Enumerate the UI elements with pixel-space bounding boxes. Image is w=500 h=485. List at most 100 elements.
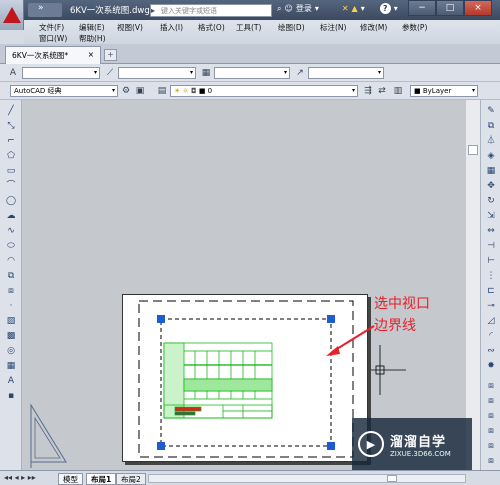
color-select[interactable]: ■ ByLayer ▾ — [410, 85, 478, 97]
dropdown-arrow-icon[interactable]: ▾ — [315, 4, 319, 13]
hscroll-thumb[interactable] — [387, 475, 397, 482]
explode-icon[interactable]: ✸ — [485, 360, 497, 372]
dropdown-arrow-icon[interactable]: ▾ — [394, 4, 398, 13]
close-button[interactable]: × — [464, 0, 492, 16]
draworder-back-icon[interactable]: ⧈ — [485, 395, 497, 407]
stretch-icon[interactable]: ⇔ — [485, 225, 497, 237]
menu-tools[interactable]: 工具(T) — [236, 22, 261, 33]
polyline-icon[interactable]: ⌐ — [5, 135, 17, 147]
tab-navigation-arrows-icon[interactable]: ◂◂ ◂ ▸ ▸▸ — [4, 473, 36, 482]
rectangle-icon[interactable]: ▭ — [5, 165, 17, 177]
menu-format[interactable]: 格式(O) — [198, 22, 225, 33]
menu-help[interactable]: 帮助(H) — [79, 33, 106, 44]
tab-model[interactable]: 模型 — [58, 473, 83, 485]
user-icon[interactable]: ☺ — [284, 4, 292, 13]
text-style-select[interactable]: ▾ — [22, 67, 100, 79]
autocad-logo-icon[interactable] — [0, 0, 24, 30]
dim-front-icon[interactable]: ⧈ — [485, 455, 497, 467]
menu-dimension[interactable]: 标注(N) — [320, 22, 346, 33]
make-current-layer-icon[interactable]: ⇶ — [362, 85, 374, 97]
exchange-icon[interactable]: ✕ — [342, 4, 349, 13]
add-selected-icon[interactable]: ▪ — [5, 390, 17, 402]
menu-edit[interactable]: 编辑(E) — [79, 22, 105, 33]
help-icon[interactable]: ? — [379, 3, 391, 14]
previous-layer-icon[interactable]: ⇄ — [376, 85, 388, 97]
blend-icon[interactable]: ∾ — [485, 345, 497, 357]
mirror-icon[interactable]: ⏃ — [485, 135, 497, 147]
maximize-button[interactable]: □ — [436, 0, 464, 16]
trim-icon[interactable]: ⊣ — [485, 240, 497, 252]
break-at-point-icon[interactable]: ⋮ — [485, 270, 497, 282]
layer-manager-icon[interactable]: ▤ — [156, 85, 168, 97]
dim-style-select[interactable]: ▾ — [118, 67, 196, 79]
ellipse-icon[interactable]: ⬭ — [5, 240, 17, 252]
new-tab-button[interactable]: + — [104, 49, 117, 61]
text-front-icon[interactable]: ⧈ — [485, 440, 497, 452]
text-style-icon[interactable]: A — [7, 67, 19, 79]
workspace-select[interactable]: AutoCAD 经典 ▾ — [10, 85, 118, 97]
table-style-select[interactable]: ▾ — [214, 67, 290, 79]
multileader-style-icon[interactable]: ↗ — [294, 67, 306, 79]
spline-icon[interactable]: ∿ — [5, 225, 17, 237]
gear-icon[interactable]: ⚙ — [120, 85, 132, 97]
draworder-under-icon[interactable]: ⧈ — [485, 425, 497, 437]
tab-layout1[interactable]: 布局1 — [86, 473, 117, 485]
file-tab[interactable]: 6KV一次系统图* × — [5, 46, 101, 64]
dropdown-arrow-icon: ▾ — [471, 87, 475, 94]
hatch-icon[interactable]: ▨ — [5, 315, 17, 327]
draworder-icon[interactable]: ⧈ — [485, 380, 497, 392]
line-icon[interactable]: ╱ — [5, 105, 17, 117]
break-icon[interactable]: ⊏ — [485, 285, 497, 297]
layer-state-icon[interactable]: ▥ — [392, 85, 404, 97]
quick-access-toolbar[interactable]: » — [28, 3, 62, 17]
vertical-scrollbar[interactable] — [466, 100, 480, 470]
menu-file[interactable]: 文件(F) — [39, 22, 64, 33]
menu-draw[interactable]: 绘图(D) — [278, 22, 305, 33]
gradient-icon[interactable]: ▩ — [5, 330, 17, 342]
table-icon[interactable]: ▦ — [5, 360, 17, 372]
draworder-above-icon[interactable]: ⧈ — [485, 410, 497, 422]
extend-icon[interactable]: ⊢ — [485, 255, 497, 267]
make-block-icon[interactable]: ⧈ — [5, 285, 17, 297]
dropdown-arrow-icon[interactable]: ▾ — [361, 4, 365, 13]
login-link[interactable]: 登录 — [296, 3, 312, 14]
erase-icon[interactable]: ✎ — [485, 105, 497, 117]
tab-layout2[interactable]: 布局2 — [116, 473, 146, 485]
menu-parameters[interactable]: 参数(P) — [402, 22, 427, 33]
menu-view[interactable]: 视图(V) — [117, 22, 143, 33]
alert-icon[interactable]: ▲ — [352, 4, 358, 13]
join-icon[interactable]: ⊸ — [485, 300, 497, 312]
multiline-text-icon[interactable]: A — [5, 375, 17, 387]
search-input[interactable]: ▸ 键入关键字或短语 — [150, 4, 272, 17]
construction-line-icon[interactable]: ⤡ — [5, 120, 17, 132]
workspace-settings-icon[interactable]: ▣ — [134, 85, 146, 97]
copy-icon[interactable]: ⧉ — [485, 120, 497, 132]
binoculars-icon[interactable]: ⌕ — [277, 4, 281, 14]
region-icon[interactable]: ◎ — [5, 345, 17, 357]
scrollbar-thumb[interactable] — [468, 145, 478, 155]
insert-block-icon[interactable]: ⧉ — [5, 270, 17, 282]
menu-window[interactable]: 窗口(W) — [39, 33, 67, 44]
menu-modify[interactable]: 修改(M) — [360, 22, 387, 33]
polygon-icon[interactable]: ⬠ — [5, 150, 17, 162]
table-style-icon[interactable]: ▦ — [200, 67, 212, 79]
fillet-icon[interactable]: ◜ — [485, 330, 497, 342]
circle-icon[interactable]: ◯ — [5, 195, 17, 207]
horizontal-scrollbar[interactable] — [148, 474, 466, 483]
multileader-style-select[interactable]: ▾ — [308, 67, 384, 79]
scale-icon[interactable]: ⇲ — [485, 210, 497, 222]
chamfer-icon[interactable]: ◿ — [485, 315, 497, 327]
close-icon[interactable]: × — [88, 50, 94, 61]
dim-style-icon[interactable]: ⟋ — [104, 67, 116, 79]
offset-icon[interactable]: ◈ — [485, 150, 497, 162]
ellipse-arc-icon[interactable]: ◠ — [5, 255, 17, 267]
minimize-button[interactable]: − — [408, 0, 436, 16]
rotate-icon[interactable]: ↻ — [485, 195, 497, 207]
layer-select[interactable]: ☀ ☼ ◘ ■ 0 ▾ — [170, 85, 358, 97]
revision-cloud-icon[interactable]: ☁ — [5, 210, 17, 222]
arc-icon[interactable]: ⌒ — [5, 180, 17, 192]
move-icon[interactable]: ✥ — [485, 180, 497, 192]
point-icon[interactable]: · — [5, 300, 17, 312]
menu-insert[interactable]: 插入(I) — [160, 22, 183, 33]
array-icon[interactable]: ▦ — [485, 165, 497, 177]
